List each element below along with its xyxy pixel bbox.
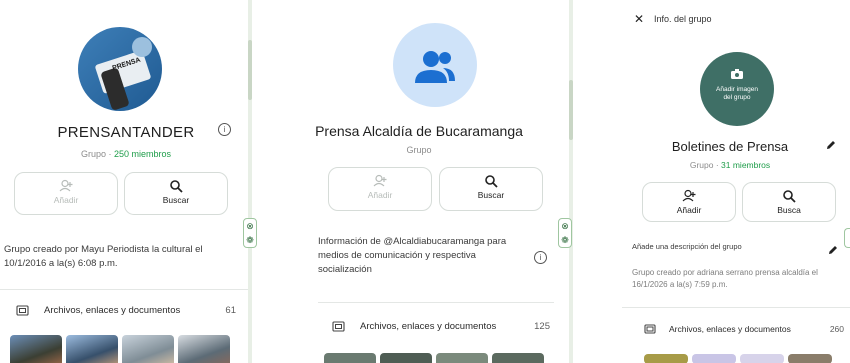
group-description: Información de @Alcaldiabucaramanga para… [318,236,507,275]
add-member-button[interactable]: Añadir [328,167,432,211]
files-count: 125 [534,320,550,332]
media-thumbnails [324,353,544,363]
settings-icon[interactable]: ❁ [559,233,571,247]
add-person-icon [59,179,73,192]
add-group-image-button[interactable]: Añadir imagen del grupo [700,52,774,126]
settings-icon[interactable]: ❁ [244,233,256,247]
media-thumbnail[interactable] [10,335,62,363]
group-name: Boletines de Prensa [671,139,789,154]
files-label: Archivos, enlaces y documentos [669,324,791,334]
side-floating-tab[interactable]: ⊗ ❁ [243,218,257,248]
add-image-label: Añadir imagen del grupo [716,86,758,101]
close-icon[interactable]: ⊗ [559,219,571,233]
edit-pencil-icon[interactable] [825,139,837,151]
media-thumbnail[interactable] [122,335,174,363]
close-icon[interactable]: ⊗ [244,219,256,233]
media-thumbnail[interactable] [492,353,544,363]
info-icon[interactable]: i [534,251,547,264]
media-thumbnails [644,354,832,363]
group-meta: Grupo · 31 miembros [689,160,771,170]
folder-media-icon [644,324,656,334]
media-thumbnail[interactable] [66,335,118,363]
group-info-panel-prensa-alcaldia: Prensa Alcaldía de Bucaramanga Grupo Aña… [262,0,576,363]
media-thumbnail[interactable] [380,353,432,363]
divider [0,289,252,290]
files-label: Archivos, enlaces y documentos [44,304,181,316]
files-links-docs-row[interactable]: Archivos, enlaces y documentos 125 [332,318,550,334]
search-icon [783,190,796,203]
member-count[interactable]: 250 miembros [114,149,171,159]
media-thumbnail[interactable] [324,353,376,363]
search-icon [170,180,183,193]
group-creation-info: Grupo creado por adriana serrano prensa … [632,268,818,289]
files-links-docs-row[interactable]: Archivos, enlaces y documentos 61 [16,302,236,318]
group-description: Grupo creado por Mayu Periodista la cult… [4,244,203,269]
scrollbar-thumb[interactable] [569,80,573,140]
scrollbar[interactable] [569,0,573,363]
add-member-button[interactable]: Añadir [642,182,736,222]
media-thumbnail[interactable] [788,354,832,363]
divider [622,307,850,308]
media-thumbnail[interactable] [178,335,230,363]
group-info-panel-boletines: ✕ Info. del grupo Añadir imagen del grup… [622,0,850,363]
add-member-label: Añadir [53,195,79,205]
search-button[interactable]: Buscar [439,167,543,211]
search-icon [485,175,498,188]
add-description-link[interactable]: Añade una descripción del grupo [632,242,742,252]
info-icon[interactable]: i [218,123,231,136]
add-member-label: Añadir [676,205,702,215]
add-member-button[interactable]: Añadir [14,172,118,215]
add-person-icon [682,189,696,202]
media-thumbnail[interactable] [436,353,488,363]
add-member-label: Añadir [367,190,393,200]
group-info-panel-prensantander: PRENSA PRENSANTANDER i Grupo · 250 miemb… [0,0,252,363]
side-floating-tab[interactable] [844,228,850,248]
add-person-icon [373,174,387,187]
side-floating-tab[interactable]: ⊗ ❁ [558,218,572,248]
scrollbar-thumb[interactable] [248,40,252,100]
search-button[interactable]: Buscar [124,172,228,215]
group-people-icon [415,51,455,83]
files-links-docs-row[interactable]: Archivos, enlaces y documentos 260 [644,321,844,337]
group-avatar[interactable]: PRENSA [78,27,162,111]
folder-media-icon [332,320,345,332]
search-label: Buscar [477,190,505,200]
files-label: Archivos, enlaces y documentos [360,320,497,332]
search-button[interactable]: Busca [742,182,836,222]
group-name: Prensa Alcaldía de Bucaramanga [315,123,523,139]
media-thumbnails [10,335,230,363]
header-title: Info. del grupo [654,14,712,24]
group-avatar-placeholder[interactable] [393,23,477,107]
group-label: Grupo [406,145,432,155]
media-thumbnail[interactable] [740,354,784,363]
group-name: PRENSANTANDER [57,124,195,141]
files-count: 260 [829,324,844,334]
camera-icon [731,69,743,79]
media-thumbnail[interactable] [692,354,736,363]
group-meta: Grupo · 250 miembros [80,149,172,159]
files-count: 61 [225,304,236,316]
divider [318,302,554,303]
member-count[interactable]: 31 miembros [721,160,770,170]
search-label: Busca [777,205,801,215]
media-thumbnail[interactable] [644,354,688,363]
group-label: Grupo [80,149,106,159]
edit-pencil-icon[interactable] [827,244,839,256]
scrollbar[interactable] [248,0,252,363]
close-icon[interactable]: ✕ [634,12,644,26]
folder-media-icon [16,304,29,316]
group-label: Grupo [689,160,714,170]
search-label: Buscar [162,195,190,205]
